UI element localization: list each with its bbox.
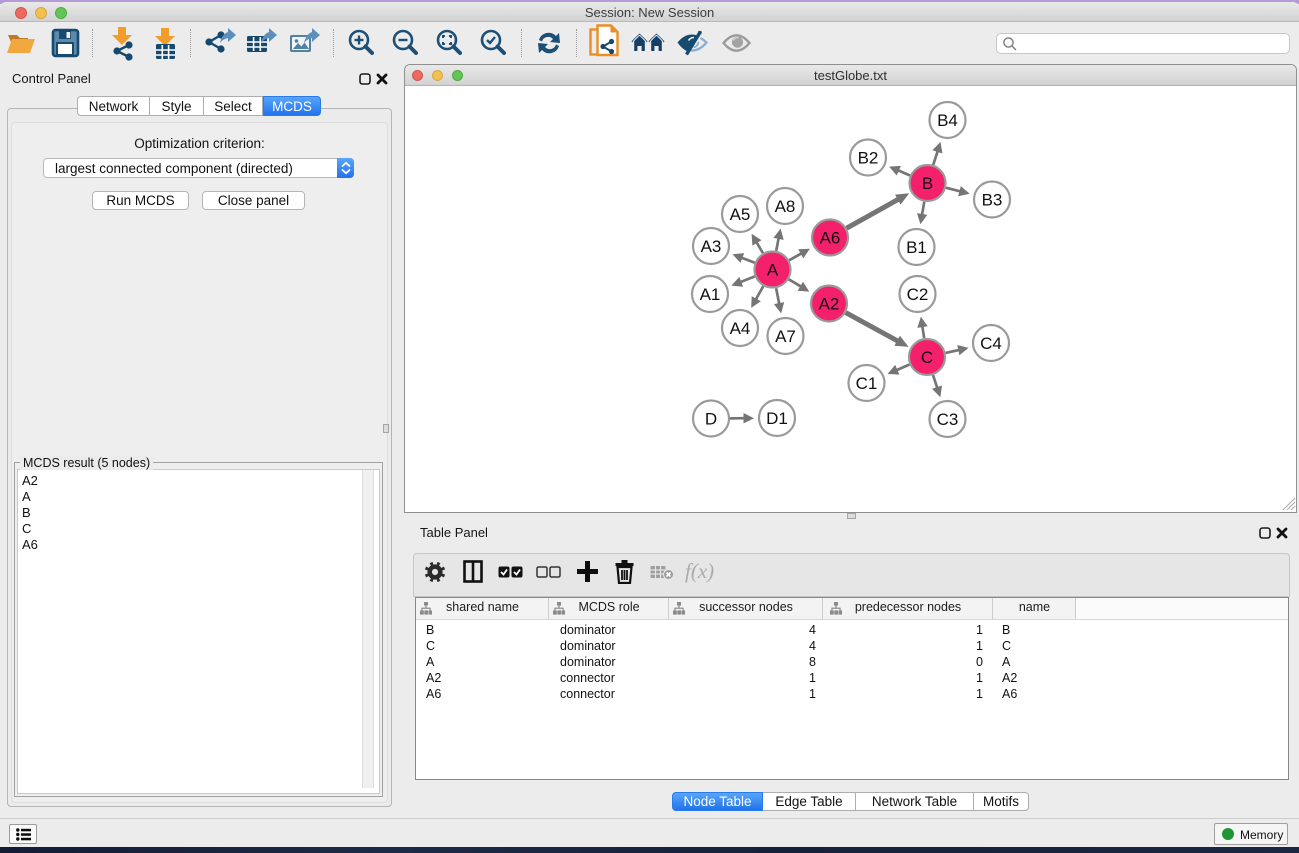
svg-text:A4: A4 [730,319,751,338]
svg-text:C2: C2 [907,285,929,304]
svg-text:B2: B2 [858,149,879,168]
svg-text:A7: A7 [775,327,796,346]
svg-text:C3: C3 [937,410,959,429]
svg-text:A5: A5 [730,205,751,224]
svg-text:C1: C1 [856,374,878,393]
svg-text:C4: C4 [980,334,1002,353]
svg-text:A: A [767,261,779,280]
svg-text:A2: A2 [819,295,840,314]
svg-text:A6: A6 [820,229,841,248]
svg-text:B1: B1 [906,238,927,257]
svg-text:B: B [922,174,933,193]
svg-text:B3: B3 [982,191,1003,210]
svg-text:D: D [705,410,717,429]
svg-text:A3: A3 [701,237,722,256]
svg-text:C: C [921,348,933,367]
svg-text:A8: A8 [775,197,796,216]
svg-text:A1: A1 [700,285,721,304]
svg-text:D1: D1 [766,409,788,428]
svg-text:B4: B4 [937,111,958,130]
